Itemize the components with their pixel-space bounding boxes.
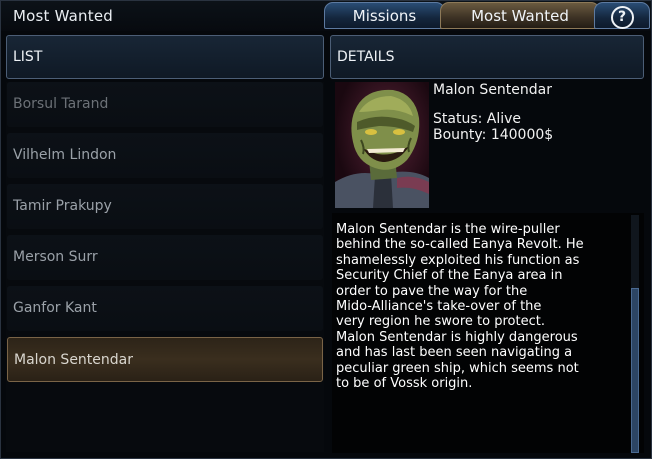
list-item-ganfor-kant[interactable]: Ganfor Kant [7, 286, 323, 331]
help-button[interactable]: ? [594, 2, 650, 29]
list-item-vilhelm-lindon[interactable]: Vilhelm Lindon [7, 133, 323, 178]
wanted-list: Borsul Tarand Vilhelm Lindon Tamir Praku… [6, 82, 324, 452]
alien-portrait-icon [335, 89, 429, 208]
portrait-image [335, 82, 429, 208]
list-item-borsul-tarand[interactable]: Borsul Tarand [7, 82, 323, 127]
window-title: Most Wanted [13, 7, 113, 25]
target-status: Status: Alive [433, 111, 522, 127]
tab-missions[interactable]: Missions [324, 2, 445, 29]
list-item-malon-sentendar[interactable]: Malon Sentendar [7, 337, 323, 382]
biography-text: Malon Sentendar is the wire-puller behin… [336, 222, 584, 392]
biography-panel: Malon Sentendar is the wire-puller behin… [332, 213, 644, 453]
list-header: LIST [6, 35, 324, 79]
list-item-merson-surr[interactable]: Merson Surr [7, 235, 323, 280]
target-bounty: Bounty: 140000$ [433, 127, 554, 143]
tab-most-wanted[interactable]: Most Wanted [440, 2, 600, 29]
scrollbar-thumb[interactable] [631, 288, 639, 453]
list-item-tamir-prakupy[interactable]: Tamir Prakupy [7, 184, 323, 229]
details-header: DETAILS [330, 35, 644, 79]
help-icon: ? [610, 6, 634, 29]
target-name: Malon Sentendar [433, 82, 553, 98]
